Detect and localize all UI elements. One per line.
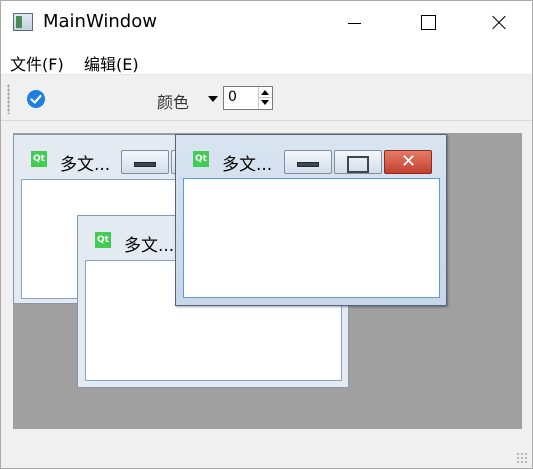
dropdown-arrow-icon[interactable] (208, 96, 218, 102)
minimize-button[interactable] (331, 1, 377, 45)
size-grip[interactable] (516, 452, 528, 464)
color-label: 颜色 (157, 93, 190, 112)
mdi-subwindow-active[interactable]: Qt 多文... ✕ (175, 134, 447, 306)
close-button[interactable] (476, 1, 522, 45)
toolbar-grip[interactable] (7, 84, 10, 114)
main-window: MainWindow 文件(F) 编辑(E) 颜色 0 Qt 多文... Qt … (0, 0, 533, 469)
subwindow-minimize-button[interactable] (284, 150, 332, 174)
qt-logo-icon: Qt (193, 151, 209, 167)
subwindow-title: 多文... (222, 155, 273, 175)
subwindow-title: 多文... (60, 155, 111, 175)
close-x-icon: ✕ (401, 151, 417, 172)
toolbar: 颜色 0 (1, 76, 532, 121)
subwindow-content[interactable] (183, 178, 440, 298)
menu-edit[interactable]: 编辑(E) (84, 51, 139, 75)
qt-logo-icon: Qt (95, 232, 111, 248)
menu-file[interactable]: 文件(F) (10, 51, 64, 75)
spinbox-value[interactable]: 0 (228, 89, 237, 105)
subwindow-title-bar[interactable]: Qt 多文... (14, 135, 191, 175)
subwindow-title: 多文... (124, 236, 175, 256)
maximize-button[interactable] (404, 1, 450, 45)
qt-logo-icon: Qt (31, 151, 47, 167)
spin-down-button[interactable] (258, 98, 272, 109)
color-spinbox[interactable]: 0 (223, 86, 273, 110)
window-title: MainWindow (43, 11, 157, 32)
check-circle-icon[interactable] (26, 89, 46, 109)
subwindow-minimize-button[interactable] (121, 150, 169, 174)
subwindow-title-bar[interactable]: Qt 多文... ✕ (176, 135, 446, 175)
app-window-icon (13, 13, 33, 31)
title-bar[interactable]: MainWindow (1, 1, 532, 45)
menu-bar: 文件(F) 编辑(E) (1, 45, 532, 75)
spin-up-button[interactable] (258, 87, 272, 98)
subwindow-maximize-button[interactable] (334, 150, 382, 174)
subwindow-close-button[interactable]: ✕ (384, 150, 432, 174)
